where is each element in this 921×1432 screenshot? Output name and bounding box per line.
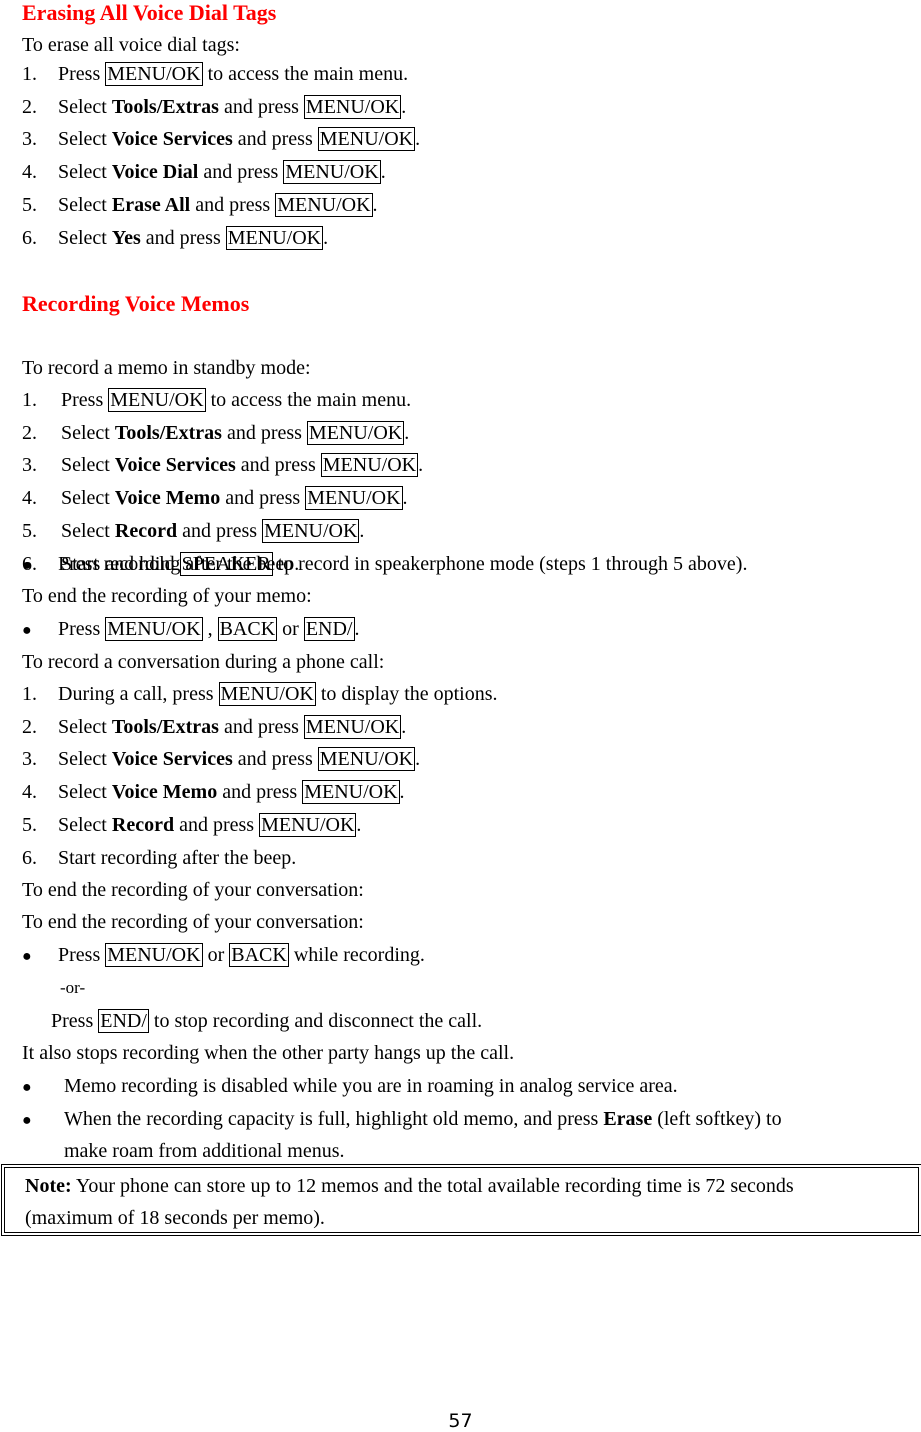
step-item: 4. Select Voice Memo and press MENU/OK.: [22, 780, 405, 805]
menu-ok-key: MENU/OK: [105, 62, 203, 86]
menu-option-label: Tools/Extras: [111, 95, 219, 118]
menu-option-label: Voice Dial: [111, 161, 199, 184]
menu-option-label: Erase All: [111, 193, 191, 216]
menu-ok-key: MENU/OK: [317, 127, 416, 152]
step-number: 1.: [22, 683, 37, 705]
step-number: 4.: [22, 781, 37, 804]
menu-ok-key: MENU/OK: [225, 225, 324, 250]
menu-ok-key: MENU/OK: [305, 486, 403, 511]
step-item: 6. Select Yes and press MENU/OK.: [22, 225, 329, 250]
step-item: 4. Select Voice Dial and press MENU/OK.: [22, 160, 386, 185]
menu-option-label: Yes: [111, 226, 141, 249]
step-item: 2. Select Tools/Extras and press MENU/OK.: [22, 714, 407, 739]
menu-ok-key: MENU/OK: [303, 94, 402, 119]
menu-ok-key: MENU/OK: [275, 192, 373, 217]
menu-option-label: Tools/Extras: [114, 421, 222, 444]
bullet-icon: ●: [22, 1079, 32, 1096]
step-number: 5.: [22, 813, 37, 836]
step-number: 3.: [22, 454, 37, 477]
end-memo-bullet: ● Press MENU/OK , BACK or END/.: [22, 616, 360, 642]
step-item: 1. Press MENU/OK to access the main menu.: [22, 388, 412, 412]
step-number: 5.: [22, 193, 37, 216]
step-number: 4.: [22, 161, 37, 184]
bullet-icon: ●: [22, 557, 32, 574]
step-number: 3.: [22, 128, 37, 151]
note-line-1: Note: Your phone can store up to 12 memo…: [25, 1175, 794, 1197]
step-number: 5.: [22, 519, 37, 542]
step-number: 2.: [22, 421, 37, 444]
step-item: 5. Select Erase All and press MENU/OK.: [22, 192, 378, 217]
menu-option-label: Voice Memo: [114, 487, 221, 510]
step-number: 3.: [22, 748, 37, 771]
step-item: 1. During a call, press MENU/OK to displa…: [22, 682, 498, 706]
menu-ok-key: MENU/OK: [320, 453, 419, 478]
end-key: END/: [98, 1009, 149, 1033]
note-line-2: (maximum of 18 seconds per memo).: [25, 1207, 325, 1229]
menu-ok-key: MENU/OK: [105, 617, 203, 641]
hangup-text: It also stops recording when the other p…: [22, 1042, 515, 1064]
menu-option-label: Record: [114, 519, 178, 542]
menu-option-label: Voice Services: [111, 128, 233, 151]
menu-ok-key: MENU/OK: [302, 780, 400, 805]
end-press-line: Press END/ to stop recording and disconn…: [51, 1009, 483, 1033]
section-heading-erasing-voice-dial-tags: Erasing All Voice Dial Tags: [22, 0, 277, 25]
menu-ok-key: MENU/OK: [303, 714, 402, 739]
note-label: Note:: [25, 1175, 72, 1197]
page-number: 57: [448, 1410, 473, 1432]
end-conversation-intro-1: To end the recording of your conversatio…: [22, 879, 364, 901]
call-intro: To record a conversation during a phone …: [22, 651, 385, 673]
step-item: 3. Select Voice Services and press MENU/O…: [22, 453, 424, 478]
step-number: 6.: [22, 226, 37, 249]
bullet-icon: ●: [22, 622, 32, 639]
back-key: BACK: [229, 943, 289, 967]
menu-ok-key: MENU/OK: [108, 388, 206, 412]
menu-ok-key: MENU/OK: [317, 747, 416, 772]
erase-softkey-label: Erase: [603, 1108, 653, 1130]
menu-option-label: Voice Services: [114, 454, 236, 477]
or-separator: -or-: [60, 978, 86, 997]
step-item: 4. Select Voice Memo and press MENU/OK.: [22, 486, 408, 511]
bullet-icon: ●: [22, 1112, 32, 1129]
back-key: BACK: [217, 617, 278, 641]
roaming-bullet: ● Memo recording is disabled while you ar…: [22, 1073, 678, 1099]
speaker-bullet: ● Press and hold SPEAKER to record in spe…: [22, 551, 747, 577]
step-item: 1. Press MENU/OK to access the main menu.: [22, 62, 409, 86]
menu-option-label: Voice Memo: [111, 781, 218, 804]
step-item: 5. Select Record and press MENU/OK.: [22, 812, 362, 837]
step-item: 3. Select Voice Services and press MENU/O…: [22, 127, 421, 152]
end-conversation-bullet: ● Press MENU/OK or BACK while recording.: [22, 942, 425, 968]
section-heading-recording-voice-memos: Recording Voice Memos: [22, 291, 250, 316]
menu-ok-key: MENU/OK: [262, 518, 360, 543]
step-number: 2.: [22, 95, 37, 118]
step-item: 6. Start recording after the beep.: [22, 845, 296, 871]
step-number: 1.: [22, 63, 37, 85]
step-item: 2. Select Tools/Extras and press MENU/OK.: [22, 420, 410, 445]
menu-option-label: Record: [111, 813, 175, 836]
step-number: 4.: [22, 487, 37, 510]
section1-intro: To erase all voice dial tags:: [22, 34, 240, 56]
menu-option-label: Voice Services: [111, 748, 233, 771]
step-item: 3. Select Voice Services and press MENU/O…: [22, 747, 421, 772]
capacity-bullet: ● When the recording capacity is full, hi…: [22, 1106, 782, 1132]
section2-intro: To record a memo in standby mode:: [22, 357, 311, 379]
menu-ok-key: MENU/OK: [105, 943, 203, 967]
step-number: 1.: [22, 389, 37, 411]
end-key: END/: [303, 617, 355, 641]
bullet-icon: ●: [22, 948, 32, 965]
note-box: Note: Your phone can store up to 12 memo…: [1, 1164, 921, 1236]
capacity-bullet-continued: make roam from additional menus.: [64, 1140, 345, 1162]
step-item: 5. Select Record and press MENU/OK.: [22, 518, 365, 543]
step-number: 6.: [22, 846, 37, 869]
menu-ok-key: MENU/OK: [283, 160, 381, 185]
menu-option-label: Tools/Extras: [111, 715, 219, 738]
end-memo-intro: To end the recording of your memo:: [22, 585, 312, 607]
end-conversation-intro-2: To end the recording of your conversatio…: [22, 911, 364, 933]
menu-ok-key: MENU/OK: [306, 420, 405, 445]
step-number: 2.: [22, 715, 37, 738]
step-text: Start recording after the beep.: [58, 846, 297, 869]
step-item: 2. Select Tools/Extras and press MENU/OK.: [22, 94, 407, 119]
menu-ok-key: MENU/OK: [218, 682, 316, 706]
speaker-key: SPEAKER: [179, 552, 273, 576]
menu-ok-key: MENU/OK: [259, 812, 357, 837]
